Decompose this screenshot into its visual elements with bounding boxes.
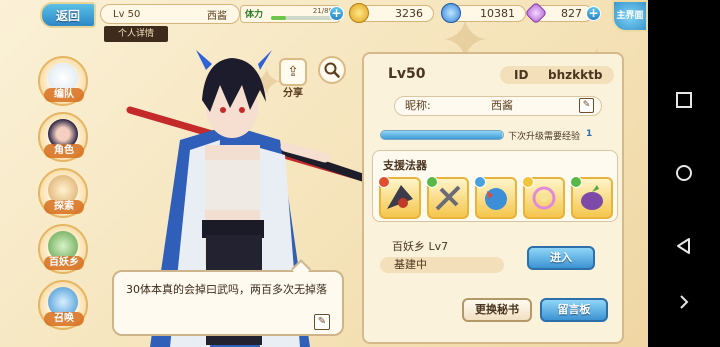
crystal-value: 827 (561, 7, 582, 20)
player-level-plate: Lv 50 西酱 (100, 4, 240, 24)
wind-element-icon (426, 176, 438, 188)
light-element-icon (522, 176, 534, 188)
change-secretary-button[interactable]: 更换秘书 (462, 298, 532, 322)
nickname-label: 昵称: (405, 99, 431, 112)
stamina-bar (271, 16, 333, 20)
fire-element-icon (378, 176, 390, 188)
nav-label: 探索 (44, 200, 84, 214)
nav-item-village[interactable]: 百妖乡 (38, 224, 88, 274)
nav-item-team[interactable]: 编队 (38, 56, 88, 106)
artifact-slot[interactable] (474, 176, 517, 219)
nav-label: 编队 (44, 88, 84, 102)
artifact-slot[interactable] (426, 176, 469, 219)
nav-item-explore[interactable]: 探索 (38, 168, 88, 218)
edit-speech-icon[interactable]: ✎ (314, 314, 330, 330)
exp-bar (380, 130, 504, 140)
main-screen-button[interactable]: 主界面 (612, 0, 648, 32)
add-stamina-button[interactable]: + (329, 6, 344, 21)
player-name: 西酱 (207, 10, 227, 22)
water-element-icon (474, 176, 486, 188)
stamina-fill (271, 16, 286, 20)
nav-label: 百妖乡 (44, 256, 84, 270)
player-info-panel: Lv50 ID bhzkktb 昵称: 西酱 ✎ 下次升级需要经验 1 支援法器 (362, 52, 624, 344)
exp-value: 1 (586, 129, 593, 139)
game-screen: ✦ ✦ ✦ 返回 Lv 50 西酱 体力 21/89 + 3236 10381 … (0, 0, 648, 347)
gold-counter: 3236 (349, 3, 434, 23)
nickname-row: 昵称: 西酱 ✎ (394, 96, 602, 116)
village-status: 基建中 (380, 257, 504, 273)
artifact-slot[interactable] (378, 176, 421, 219)
artifact-slot[interactable] (522, 176, 565, 219)
nav-item-character[interactable]: 角色 (38, 112, 88, 162)
nav-label: 召唤 (44, 312, 84, 326)
wind-element-icon (570, 176, 582, 188)
magnifier-icon (324, 62, 340, 78)
speech-text: 30体本真的会掉曰武吗，两百多次无掉落 (126, 283, 327, 296)
village-level: 百妖乡 Lv7 (392, 240, 449, 253)
id-label: ID (514, 68, 529, 82)
crystal-icon (524, 1, 548, 25)
nav-label: 角色 (44, 144, 84, 158)
blue-gem-icon (441, 3, 461, 23)
back-button[interactable]: 返回 (40, 2, 96, 28)
share-button[interactable]: ⇪ (279, 58, 307, 86)
chevron-right-icon[interactable] (674, 292, 694, 312)
home-icon[interactable] (674, 163, 694, 183)
nav-item-summon[interactable]: 召唤 (38, 280, 88, 330)
crystal-counter: 827 (524, 1, 593, 25)
exp-label: 下次升级需要经验 (508, 132, 581, 142)
support-artifacts: 支援法器 (372, 150, 618, 222)
add-crystal-button[interactable]: + (586, 6, 601, 21)
nickname-value: 西酱 (491, 99, 513, 112)
android-nav-bar (648, 0, 720, 347)
search-button[interactable] (318, 56, 346, 84)
back-nav-icon[interactable] (674, 236, 694, 256)
share-icon: ⇪ (287, 64, 299, 80)
share-label: 分享 (283, 88, 303, 99)
message-board-button[interactable]: 留言板 (540, 298, 608, 322)
panel-level: Lv50 (388, 66, 426, 82)
gold-coin-icon (349, 3, 369, 23)
gem-value: 10381 (480, 7, 515, 20)
recent-apps-icon[interactable] (674, 90, 694, 110)
gold-value: 3236 (395, 7, 423, 20)
stamina-meter: 体力 21/89 (240, 5, 340, 23)
exp-fill (381, 131, 502, 139)
player-id: ID bhzkktb (500, 66, 614, 84)
top-bar: 返回 Lv 50 西酱 体力 21/89 + 3236 10381 827 + … (0, 0, 648, 32)
player-level: Lv 50 (113, 8, 141, 20)
secretary-speech-bubble: 30体本真的会掉曰武吗，两百多次无掉落 ✎ (112, 259, 344, 336)
edit-nickname-icon[interactable]: ✎ (579, 98, 594, 113)
stamina-label: 体力 (245, 10, 264, 20)
enter-village-button[interactable]: 进入 (527, 246, 595, 270)
gem-counter: 10381 (441, 3, 526, 23)
id-value: bhzkktb (548, 68, 603, 82)
artifact-slot[interactable] (570, 176, 613, 219)
support-title: 支援法器 (383, 159, 427, 172)
